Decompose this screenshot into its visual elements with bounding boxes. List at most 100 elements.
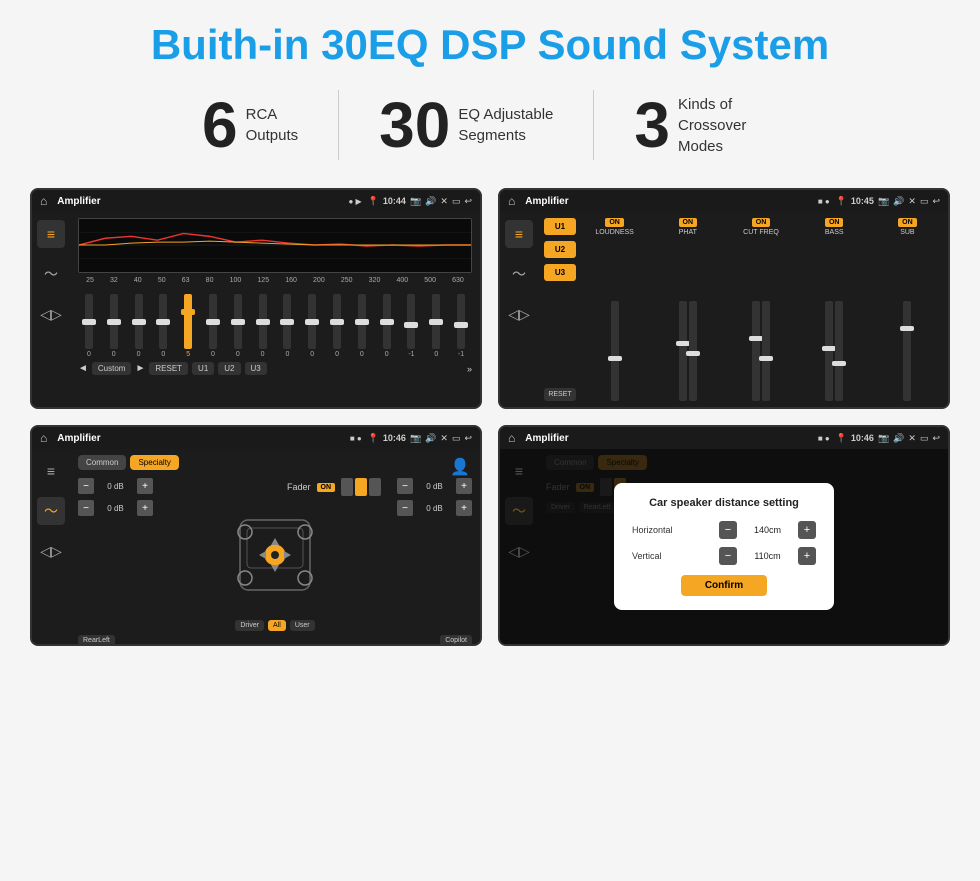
wave-icon-2[interactable]: 〜 <box>505 260 533 288</box>
vol-icon[interactable]: ◁▷ <box>37 300 65 328</box>
dot-icon-3: ■ ● <box>350 434 362 443</box>
fader-main: Common Specialty − 0 dB + − 0 dB <box>70 449 480 644</box>
slider-12[interactable]: 0 <box>383 294 391 358</box>
next-btn[interactable]: ► <box>135 363 145 374</box>
rr-val: 0 dB <box>417 504 452 513</box>
status-icons-3: 📍 10:46 📷 🔊 ✕ ▭ ↩ <box>368 433 472 444</box>
rl-val: 0 dB <box>98 504 133 513</box>
prev-btn[interactable]: ◄ <box>78 363 88 374</box>
status-bar-2: ⌂ Amplifier ■ ● 📍 10:45 📷 🔊 ✕ ▭ ↩ <box>500 190 948 212</box>
rl-plus[interactable]: + <box>137 500 153 516</box>
eq-icon-2[interactable]: ≡ <box>505 220 533 248</box>
vol-icon-3[interactable]: ◁▷ <box>37 537 65 565</box>
home-icon-2[interactable]: ⌂ <box>508 194 515 208</box>
horizontal-minus-btn[interactable]: − <box>719 521 737 539</box>
btn-all[interactable]: All <box>268 620 286 631</box>
slider-11[interactable]: 0 <box>358 294 366 358</box>
eq-icon[interactable]: ≡ <box>37 220 65 248</box>
vertical-minus-btn[interactable]: − <box>719 547 737 565</box>
wave-icon[interactable]: 〜 <box>37 260 65 288</box>
stat-rca: 6 RCA Outputs <box>162 93 338 157</box>
rl-minus[interactable]: − <box>78 500 94 516</box>
vertical-plus-btn[interactable]: + <box>798 547 816 565</box>
fr-plus[interactable]: + <box>456 478 472 494</box>
slider-10[interactable]: 0 <box>333 294 341 358</box>
person-icon: 👤 <box>450 457 470 477</box>
slider-3[interactable]: 0 <box>159 294 167 358</box>
vol-icon-2[interactable]: ◁▷ <box>505 300 533 328</box>
tab-common[interactable]: Common <box>78 455 126 470</box>
car-layout <box>225 500 325 610</box>
wave-icon-3[interactable]: 〜 <box>37 497 65 525</box>
back-icon-2[interactable]: ↩ <box>932 196 940 207</box>
btn-driver[interactable]: Driver <box>235 620 264 631</box>
back-icon-3[interactable]: ↩ <box>464 433 472 444</box>
slider-6[interactable]: 0 <box>234 294 242 358</box>
reset-btn-crossover[interactable]: RESET <box>544 388 576 401</box>
stat-rca-number: 6 <box>202 93 238 157</box>
tab-specialty[interactable]: Specialty <box>130 455 178 470</box>
custom-btn[interactable]: Custom <box>92 362 132 375</box>
home-icon-3[interactable]: ⌂ <box>40 431 47 445</box>
reset-btn[interactable]: RESET <box>149 362 188 375</box>
stat-eq-number: 30 <box>379 93 450 157</box>
stat-crossover-text: Kinds of Crossover Modes <box>678 94 778 157</box>
fr-val: 0 dB <box>417 482 452 491</box>
ch-loudness: ON LOUDNESS <box>580 218 649 401</box>
slider-9[interactable]: 0 <box>308 294 316 358</box>
slider-8[interactable]: 0 <box>283 294 291 358</box>
slider-5[interactable]: 0 <box>209 294 217 358</box>
stat-eq: 30 EQ Adjustable Segments <box>339 93 593 157</box>
app-name-3: Amplifier <box>57 433 344 444</box>
preset-u2[interactable]: U2 <box>544 241 576 258</box>
ch-slider-sub[interactable] <box>903 238 911 401</box>
btn-rearleft[interactable]: RearLeft <box>78 635 115 646</box>
slider-13[interactable]: -1 <box>407 294 415 358</box>
ch-on-bass: ON <box>825 218 844 227</box>
side-icons-eq: ≡ 〜 ◁▷ <box>32 212 70 407</box>
side-icons-crossover: ≡ 〜 ◁▷ <box>500 212 538 407</box>
fl-val: 0 dB <box>98 482 133 491</box>
slider-2[interactable]: 0 <box>135 294 143 358</box>
volume-icon-3: 🔊 <box>425 433 436 444</box>
fl-minus[interactable]: − <box>78 478 94 494</box>
location-icon-4: 📍 <box>836 433 847 444</box>
slider-7[interactable]: 0 <box>259 294 267 358</box>
slider-15[interactable]: -1 <box>457 294 465 358</box>
btn-user[interactable]: User <box>290 620 315 631</box>
eq-icon-3[interactable]: ≡ <box>37 457 65 485</box>
ch-slider-bass[interactable] <box>825 238 843 401</box>
u3-btn[interactable]: U3 <box>245 362 267 375</box>
stat-rca-text: RCA Outputs <box>246 104 299 146</box>
horizontal-plus-btn[interactable]: + <box>798 521 816 539</box>
btn-copilot[interactable]: Copilot <box>440 635 472 646</box>
ch-slider-loudness[interactable] <box>611 238 619 401</box>
location-icon-1: 📍 <box>368 196 379 207</box>
u2-btn[interactable]: U2 <box>218 362 240 375</box>
ch-on-sub: ON <box>898 218 917 227</box>
preset-u3[interactable]: U3 <box>544 264 576 281</box>
ch-slider-cutfreq[interactable] <box>752 238 770 401</box>
rr-plus[interactable]: + <box>456 500 472 516</box>
ch-slider-phat[interactable] <box>679 238 697 401</box>
confirm-button[interactable]: Confirm <box>681 575 767 596</box>
slider-0[interactable]: 0 <box>85 294 93 358</box>
fl-plus[interactable]: + <box>137 478 153 494</box>
slider-4[interactable]: 5 <box>184 294 192 358</box>
left-speaker-controls: − 0 dB + − 0 dB + <box>78 478 153 516</box>
u1-btn[interactable]: U1 <box>192 362 214 375</box>
home-icon-1[interactable]: ⌂ <box>40 194 47 208</box>
home-icon-4[interactable]: ⌂ <box>508 431 515 445</box>
preset-u1[interactable]: U1 <box>544 218 576 235</box>
rr-minus[interactable]: − <box>397 500 413 516</box>
slider-1[interactable]: 0 <box>110 294 118 358</box>
slider-14[interactable]: 0 <box>432 294 440 358</box>
back-icon-1[interactable]: ↩ <box>464 196 472 207</box>
fr-minus[interactable]: − <box>397 478 413 494</box>
back-icon-4[interactable]: ↩ <box>932 433 940 444</box>
bottom-labels-fader: Driver All User <box>235 620 314 631</box>
app-name-1: Amplifier <box>57 196 342 207</box>
right-speaker-controls: − 0 dB + − 0 dB + <box>397 478 472 516</box>
screenshots-grid: ⌂ Amplifier ● ▶ 📍 10:44 📷 🔊 ✕ ▭ ↩ ≡ 〜 ◁▷ <box>30 188 950 646</box>
camera-icon-4: 📷 <box>878 433 889 444</box>
